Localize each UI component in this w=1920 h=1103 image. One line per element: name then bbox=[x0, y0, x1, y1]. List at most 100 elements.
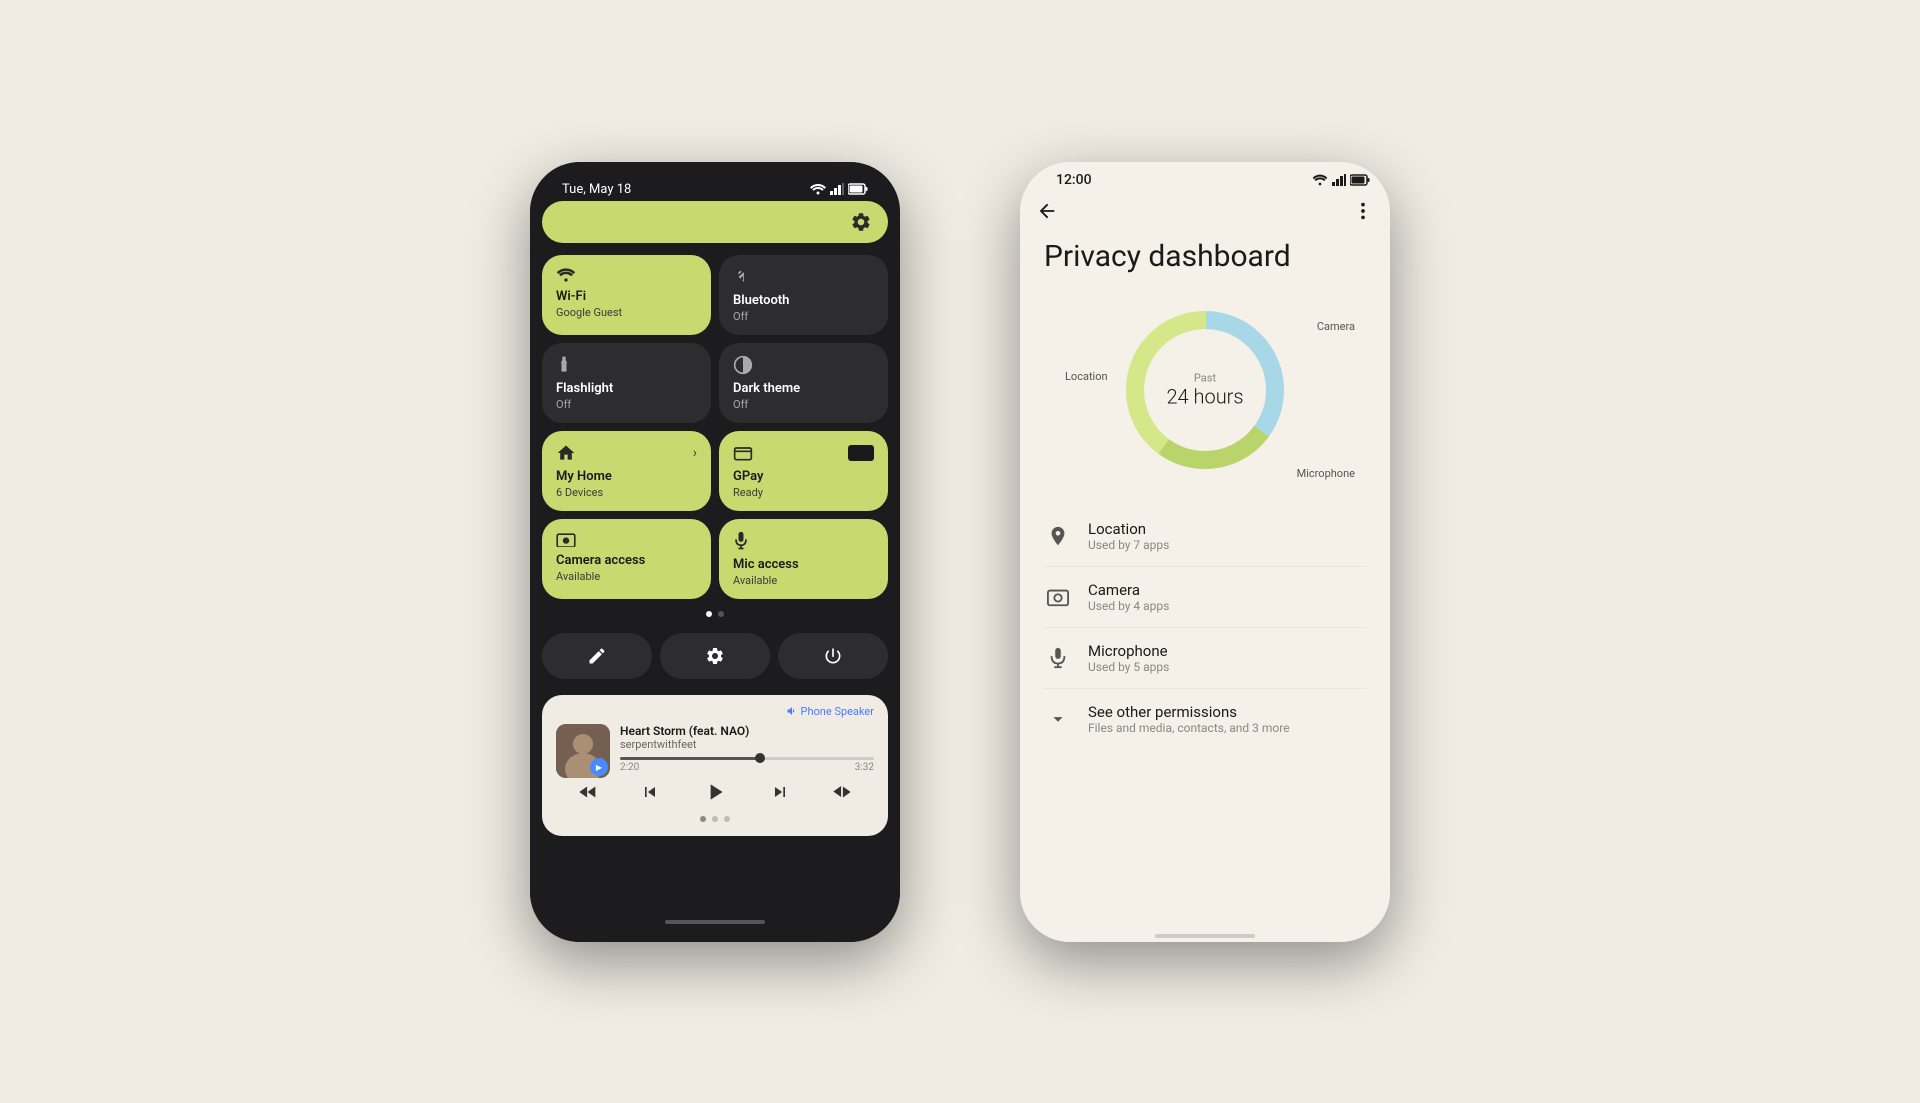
forward-button[interactable] bbox=[831, 781, 853, 807]
speaker-label: Phone Speaker bbox=[801, 705, 874, 718]
gpay-tile[interactable]: GPay Ready bbox=[719, 431, 888, 511]
prev-button[interactable] bbox=[640, 782, 660, 806]
wifi-icon bbox=[810, 183, 826, 195]
wifi-label: Wi-Fi bbox=[556, 289, 697, 304]
camera-perm-item[interactable]: Camera Used by 4 apps bbox=[1044, 567, 1366, 628]
page-dots bbox=[542, 611, 888, 617]
gear-settings-icon[interactable] bbox=[850, 211, 872, 233]
flashlight-tile[interactable]: Flashlight Off bbox=[542, 343, 711, 423]
gpay-label: GPay bbox=[733, 469, 874, 484]
bottom-buttons bbox=[542, 633, 888, 679]
location-perm-item[interactable]: Location Used by 7 apps bbox=[1044, 506, 1366, 567]
camera-perm-sub: Used by 4 apps bbox=[1088, 599, 1366, 613]
mic-access-sub: Available bbox=[733, 574, 874, 587]
home-indicator-right bbox=[1155, 934, 1255, 938]
media-header: Phone Speaker bbox=[556, 705, 874, 718]
media-player: Phone Speaker bbox=[542, 695, 888, 836]
camera-perm-icon bbox=[1044, 583, 1072, 611]
home-icon bbox=[556, 443, 576, 463]
donut-chart-wrapper: Past 24 hours Camera Location Microphone bbox=[1065, 290, 1345, 490]
camera-hole-right bbox=[1040, 175, 1050, 185]
my-home-chevron: › bbox=[693, 445, 697, 461]
microphone-perm-item[interactable]: Microphone Used by 5 apps bbox=[1044, 628, 1366, 689]
dot-2 bbox=[718, 611, 724, 617]
location-perm-icon bbox=[1044, 522, 1072, 550]
microphone-perm-sub: Used by 5 apps bbox=[1088, 660, 1366, 674]
other-perms-sub: Files and media, contacts, and 3 more bbox=[1088, 721, 1366, 735]
progress-thumb bbox=[755, 753, 765, 763]
flashlight-sub: Off bbox=[556, 398, 697, 411]
privacy-title: Privacy dashboard bbox=[1044, 239, 1366, 274]
gpay-icon bbox=[733, 443, 753, 463]
camera-access-label: Camera access bbox=[556, 553, 697, 568]
edit-button[interactable] bbox=[542, 633, 652, 679]
dark-theme-sub: Off bbox=[733, 398, 874, 411]
gpay-sub: Ready bbox=[733, 486, 874, 499]
my-home-sub: 6 Devices bbox=[556, 486, 697, 499]
my-home-tile[interactable]: › My Home 6 Devices bbox=[542, 431, 711, 511]
dark-theme-icon bbox=[733, 355, 753, 375]
mic-access-icon bbox=[733, 531, 749, 551]
screen-light: 12:00 bbox=[1020, 162, 1390, 942]
media-controls bbox=[556, 779, 874, 810]
microphone-perm-text: Microphone Used by 5 apps bbox=[1088, 642, 1366, 674]
other-perms-item[interactable]: See other permissions Files and media, c… bbox=[1044, 689, 1366, 749]
progress-track bbox=[620, 757, 874, 760]
location-perm-text: Location Used by 7 apps bbox=[1088, 520, 1366, 552]
camera-perm-name: Camera bbox=[1088, 581, 1366, 599]
permissions-list: Location Used by 7 apps Camera Used by 4… bbox=[1044, 506, 1366, 749]
dot-1 bbox=[706, 611, 712, 617]
power-button[interactable] bbox=[778, 633, 888, 679]
status-bar-left: Tue, May 18 bbox=[542, 174, 888, 201]
rewind-button[interactable] bbox=[577, 781, 599, 807]
phone-speaker-badge: Phone Speaker bbox=[786, 705, 874, 718]
back-button[interactable] bbox=[1036, 200, 1058, 227]
dark-theme-tile[interactable]: Dark theme Off bbox=[719, 343, 888, 423]
camera-access-sub: Available bbox=[556, 570, 697, 583]
bluetooth-icon bbox=[733, 267, 749, 287]
battery-right-icon bbox=[1350, 174, 1370, 186]
media-dot-1 bbox=[700, 816, 706, 822]
progress-bar[interactable] bbox=[620, 757, 874, 760]
media-title: Heart Storm (feat. NAO) bbox=[620, 724, 874, 738]
media-page-dots bbox=[556, 816, 874, 822]
media-artist: serpentwithfeet bbox=[620, 738, 874, 751]
album-art: ▶ bbox=[556, 724, 610, 778]
signal-icon bbox=[830, 183, 844, 195]
other-perms-text: See other permissions Files and media, c… bbox=[1088, 703, 1366, 735]
battery-icon bbox=[848, 183, 868, 195]
location-perm-name: Location bbox=[1088, 520, 1366, 538]
back-more-row bbox=[1020, 192, 1390, 235]
play-indicator: ▶ bbox=[590, 758, 608, 776]
status-right-right bbox=[1312, 174, 1370, 186]
edit-icon bbox=[587, 646, 607, 666]
media-dot-2 bbox=[712, 816, 718, 822]
progress-fill bbox=[620, 757, 760, 760]
camera-perm-text: Camera Used by 4 apps bbox=[1088, 581, 1366, 613]
settings-button[interactable] bbox=[660, 633, 770, 679]
settings-row[interactable] bbox=[542, 201, 888, 243]
wifi-right-icon bbox=[1312, 174, 1328, 186]
bluetooth-tile[interactable]: Bluetooth Off bbox=[719, 255, 888, 335]
mic-access-tile[interactable]: Mic access Available bbox=[719, 519, 888, 599]
more-button[interactable] bbox=[1352, 200, 1374, 227]
time-current: 2:20 bbox=[620, 762, 639, 773]
wifi-tile-icon bbox=[556, 267, 576, 283]
home-indicator-left bbox=[665, 920, 765, 924]
dark-theme-label: Dark theme bbox=[733, 381, 874, 396]
wifi-tile[interactable]: Wi-Fi Google Guest bbox=[542, 255, 711, 335]
location-perm-sub: Used by 7 apps bbox=[1088, 538, 1366, 552]
next-button[interactable] bbox=[770, 782, 790, 806]
status-left-right: 12:00 bbox=[1040, 172, 1092, 188]
mic-access-label: Mic access bbox=[733, 557, 874, 572]
microphone-label: Microphone bbox=[1297, 467, 1355, 480]
status-date: Tue, May 18 bbox=[562, 182, 631, 197]
camera-access-tile[interactable]: Camera access Available bbox=[542, 519, 711, 599]
signal-right-icon bbox=[1332, 174, 1346, 186]
microphone-perm-name: Microphone bbox=[1088, 642, 1366, 660]
time-total: 3:32 bbox=[855, 762, 874, 773]
status-left: Tue, May 18 bbox=[562, 182, 631, 197]
play-pause-button[interactable] bbox=[702, 779, 728, 810]
toggle-grid: Wi-Fi Google Guest Bluetooth Off bbox=[542, 255, 888, 599]
screen-dark: Tue, May 18 bbox=[530, 162, 900, 942]
